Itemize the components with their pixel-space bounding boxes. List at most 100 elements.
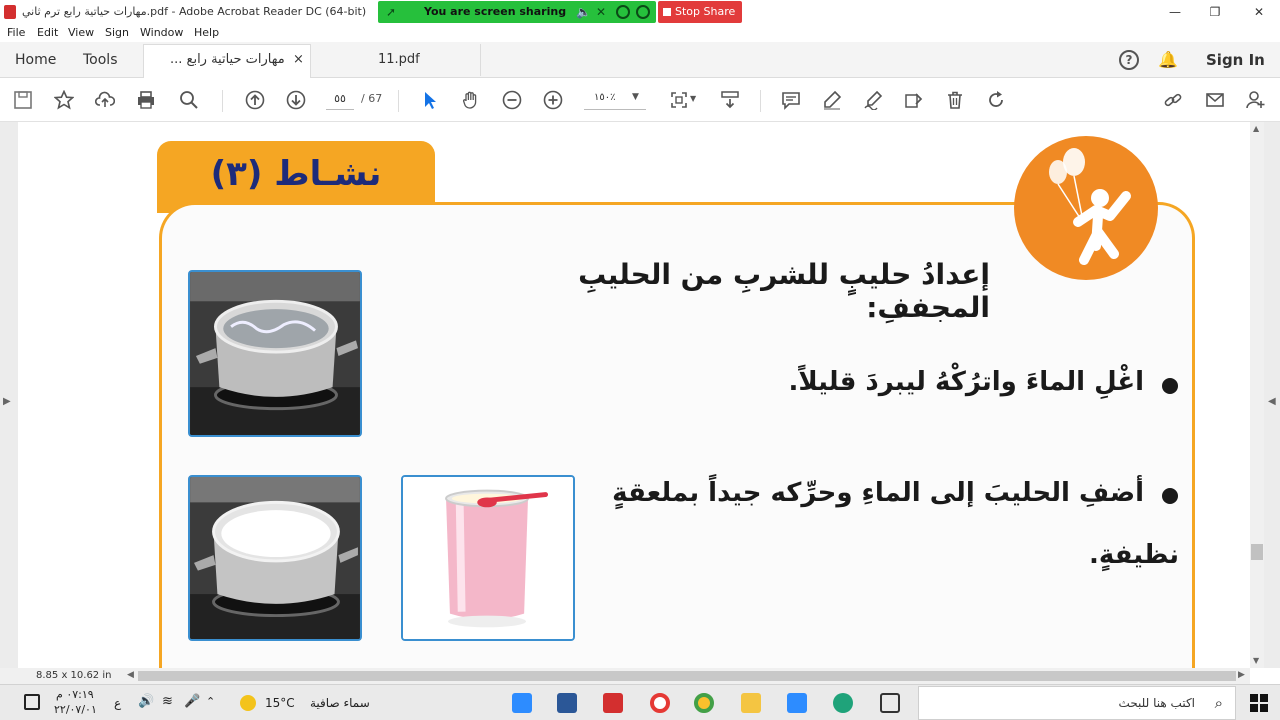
bullet-point [1162,378,1178,394]
edge-browser-icon[interactable] [833,693,853,713]
zoom-app-icon[interactable] [512,693,532,713]
file-explorer-icon[interactable] [741,693,761,713]
draw-icon[interactable] [862,89,884,111]
vertical-scroll-thumb[interactable] [1251,544,1263,560]
previous-page-icon[interactable] [244,89,266,111]
search-placeholder: اكتب هنا للبحث [1118,696,1195,710]
toolbar: ٥٥ / 67 ١٥٠٪ ▼ ▼ [0,78,1280,122]
help-icon[interactable]: ? [1119,50,1139,70]
tab-divider [480,44,481,76]
tab-document-label: مهارات حياتية رابع ... [170,52,285,67]
rotate-icon[interactable] [985,89,1007,111]
weather-condition[interactable]: سماء صافية [310,696,370,710]
tab-home[interactable]: Home [15,42,56,78]
share-arrow-icon: ➚ [386,5,397,19]
search-icon[interactable] [178,89,200,111]
menu-window[interactable]: Window [140,26,183,39]
comment-icon[interactable] [780,89,802,111]
chrome-app-icon[interactable] [694,693,714,713]
search-icon: ⌕ [1214,694,1223,712]
pause-circle-icon[interactable] [636,5,650,19]
stop-icon [663,8,671,16]
notifications-bell-icon[interactable]: 🔔 [1158,49,1178,71]
weather-temperature[interactable]: 15°C [265,696,295,710]
scroll-down-icon[interactable]: ▼ [1253,656,1259,665]
tab-tools[interactable]: Tools [83,42,118,78]
speaker-icon[interactable]: 🔈 [576,5,591,19]
instruction-step-2-line-2: نظيفةٍ. [1088,540,1179,570]
word-app-icon[interactable] [557,693,577,713]
show-hidden-icons-chevron-icon[interactable]: ⌃ [206,695,215,708]
select-cursor-icon[interactable] [419,89,441,111]
weather-moon-icon[interactable] [240,695,256,711]
print-icon[interactable] [135,89,157,111]
screen-share-bar: ➚ You are screen sharing 🔈 ✕ Stop Share [378,1,742,23]
horizontal-scrollbar[interactable]: ◀ ▶ [124,668,1250,684]
volume-icon[interactable]: 🔊 [138,694,154,709]
clock-time[interactable]: ٠٧:١٩ م [56,688,94,701]
restore-button[interactable]: ❐ [1200,3,1230,21]
wifi-icon[interactable]: ≋ [162,694,173,709]
chevron-down-icon: ▼ [632,92,639,102]
menu-sign[interactable]: Sign [105,26,129,39]
email-icon[interactable] [1204,89,1226,111]
milk-powder-can-image [401,475,575,641]
zoom-select[interactable]: ١٥٠٪ ▼ [584,88,646,110]
share-status-text: You are screen sharing [424,5,567,18]
zoom-meeting-icon[interactable] [787,693,807,713]
close-button[interactable]: ✕ [1244,3,1274,21]
add-user-icon[interactable] [1245,89,1267,111]
notifications-center-icon[interactable] [24,694,40,710]
sign-in-button[interactable]: Sign In [1206,42,1265,78]
zoom-in-icon[interactable] [542,89,564,111]
tab-close-icon[interactable]: × [293,42,304,78]
vertical-scrollbar[interactable]: ▲ ▼ [1250,122,1264,668]
task-view-icon[interactable] [880,693,900,713]
input-language[interactable]: ع [114,696,121,710]
menu-file[interactable]: File [7,26,25,39]
scroll-mode-icon[interactable] [719,89,741,111]
next-page-icon[interactable] [285,89,307,111]
scroll-right-icon[interactable]: ▶ [1238,670,1245,680]
horizontal-scroll-thumb[interactable] [138,671,1236,681]
acrobat-taskbar-icon[interactable] [603,693,623,713]
delete-trash-icon[interactable] [944,89,966,111]
page-size-label: 8.85 x 10.62 in [36,670,112,681]
activity-logo-icon [1014,136,1158,280]
minimize-button[interactable]: — [1160,3,1190,21]
left-panel-toggle-icon[interactable]: ▶ [3,396,11,407]
scroll-left-icon[interactable]: ◀ [127,670,134,680]
menu-help[interactable]: Help [194,26,219,39]
fill-sign-icon[interactable] [903,89,925,111]
fit-dropdown-chevron-icon[interactable]: ▼ [690,94,696,103]
zoom-out-icon[interactable] [501,89,523,111]
record-app-icon[interactable] [650,693,670,713]
mic-muted-icon[interactable]: ✕ [596,5,610,19]
windows-start-icon[interactable] [1250,694,1268,712]
bookmark-star-icon[interactable] [53,89,75,111]
share-link-icon[interactable] [1162,89,1184,111]
upload-cloud-icon[interactable] [94,89,116,111]
tab-document-11[interactable]: 11.pdf [378,42,420,78]
clock-date[interactable]: ٢٢/٠٧/٠١ [54,703,97,716]
taskbar-search-box[interactable]: اكتب هنا للبحث ⌕ [918,686,1236,720]
scroll-up-icon[interactable]: ▲ [1253,124,1259,133]
status-circle-icon[interactable] [616,5,630,19]
windows-taskbar: ٠٧:١٩ م ٢٢/٠٧/٠١ ع 🔊 ≋ 🎤 ⌃ 15°C سماء صاف… [0,684,1280,720]
menu-bar: File Edit View Sign Window Help [0,24,1280,42]
section-heading: إعدادُ حليبٍ للشربِ من الحليبِ المجففِ: [578,258,990,324]
page-number-input[interactable]: ٥٥ [326,88,354,110]
menu-edit[interactable]: Edit [37,26,58,39]
microphone-icon[interactable]: 🎤 [184,694,200,709]
save-icon[interactable] [12,89,34,111]
activity-title: نشـاط (٣) [210,154,382,194]
instruction-step-2-line-1: أضفِ الحليبَ إلى الماءِ وحرِّكه جيداً بم… [612,478,1144,508]
bullet-point [1162,488,1178,504]
right-panel-toggle-icon[interactable]: ◀ [1268,396,1276,407]
hand-tool-icon[interactable] [460,89,482,111]
highlight-pen-icon[interactable] [821,89,843,111]
toolbar-divider [222,90,223,112]
instruction-step-1: اغْلِ الماءَ واترُكْهُ ليبردَ قليلاً. [788,367,1144,397]
fit-page-icon[interactable] [668,89,690,111]
menu-view[interactable]: View [68,26,94,39]
